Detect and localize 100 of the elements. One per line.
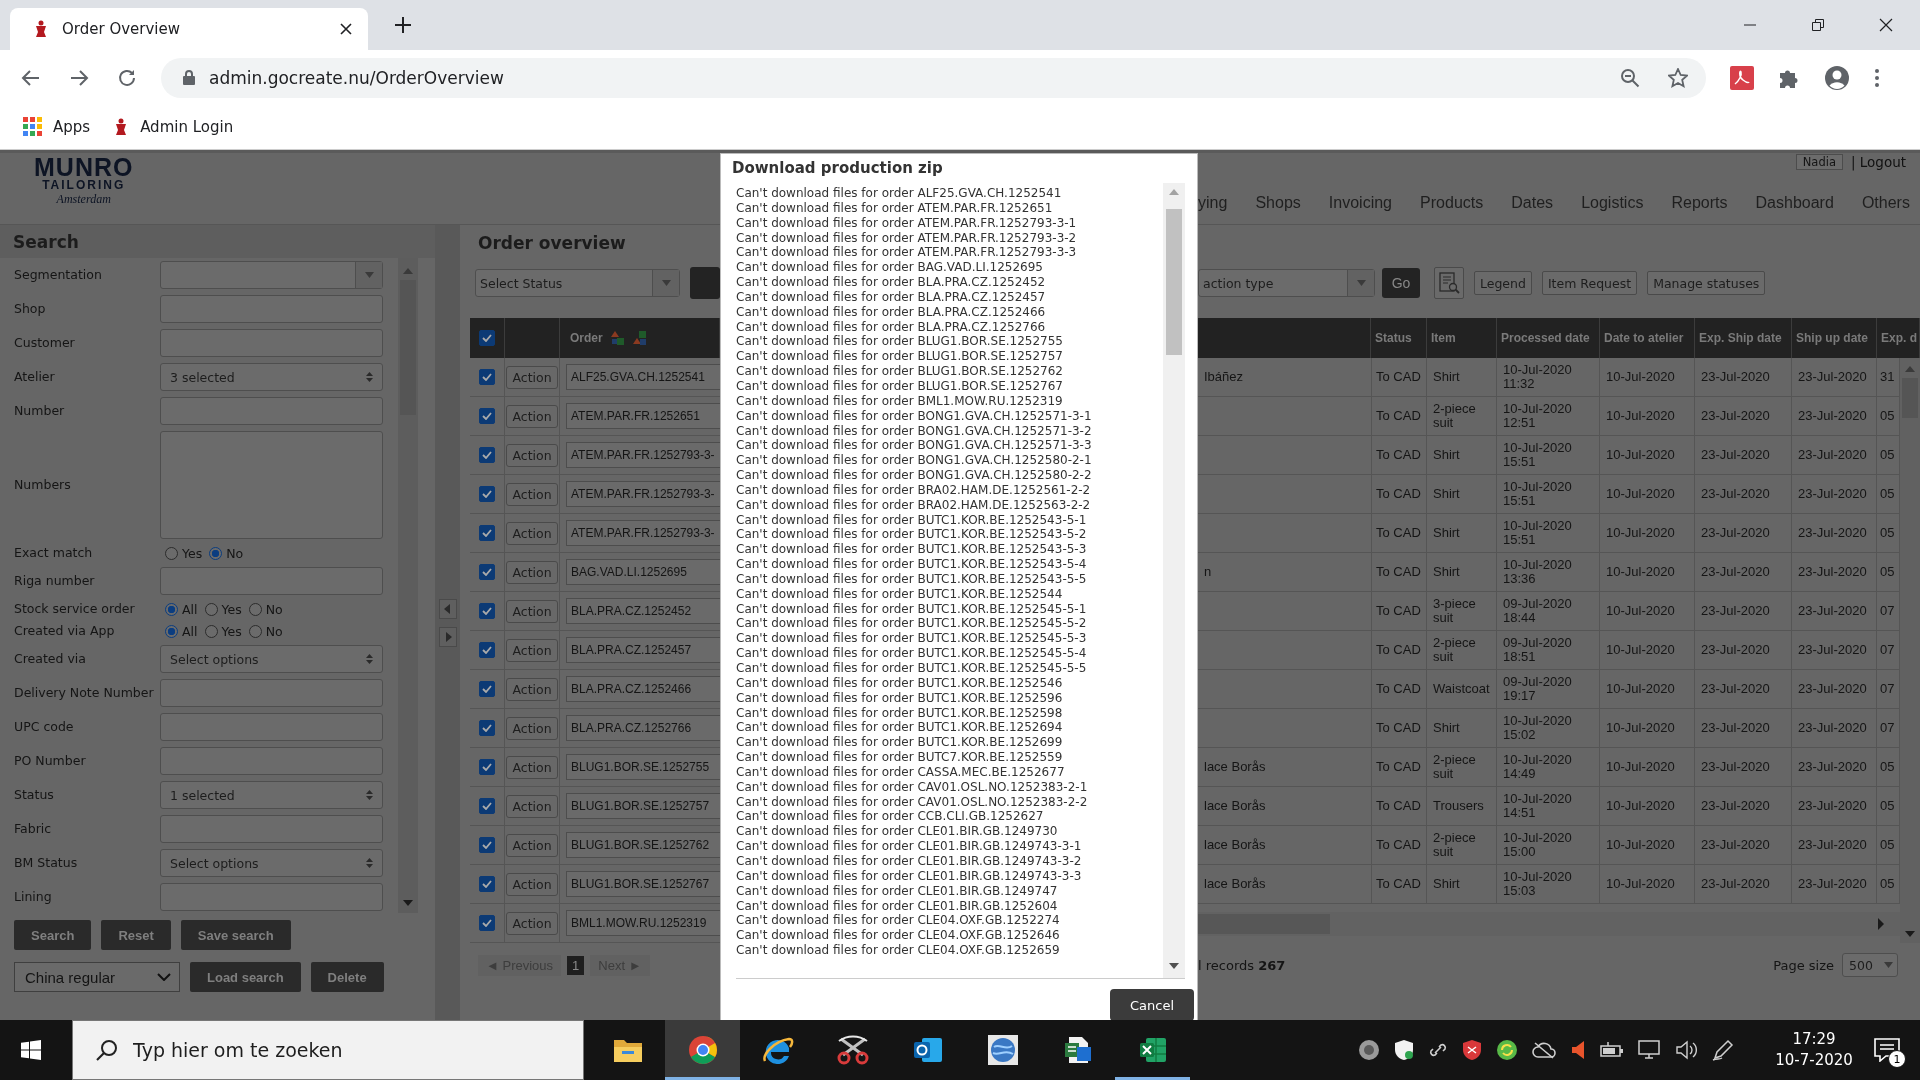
radio-button[interactable] [165, 624, 178, 638]
form-button[interactable]: Load search [190, 962, 301, 992]
checkbox[interactable] [479, 408, 495, 424]
order-field[interactable]: BLA.PRA.CZ.1252452 [566, 598, 720, 624]
order-field[interactable]: BLUG1.BOR.SE.1252757 [566, 793, 720, 819]
report-button[interactable] [1434, 267, 1464, 299]
nav-link[interactable]: Logistics [1581, 194, 1644, 212]
order-field[interactable]: ATEM.PAR.FR.1252793-3- [566, 442, 720, 468]
checkbox[interactable] [479, 603, 495, 619]
order-field[interactable]: BLA.PRA.CZ.1252766 [566, 715, 720, 741]
text-field[interactable] [160, 329, 383, 357]
page-size-select[interactable]: 500 [1842, 953, 1898, 977]
nav-link[interactable]: Dates [1511, 194, 1554, 212]
action-button[interactable]: Action [506, 599, 558, 623]
clock-date[interactable]: 10-7-2020 [1775, 1050, 1853, 1071]
action-button[interactable]: Action [506, 794, 558, 818]
select-field[interactable]: 1 selected [160, 781, 383, 809]
checkbox[interactable] [479, 525, 495, 541]
select-field[interactable]: Select Status [475, 269, 680, 297]
select-field[interactable]: action type [1198, 269, 1375, 297]
radio-button[interactable] [165, 546, 178, 560]
order-field[interactable]: BLUG1.BOR.SE.1252762 [566, 832, 720, 858]
action-button[interactable]: Action [506, 872, 558, 896]
select-field[interactable]: 3 selected [160, 363, 383, 391]
action-button[interactable]: Action [506, 521, 558, 545]
shield-icon[interactable] [1394, 1039, 1414, 1061]
toolbar-button[interactable]: Manage statuses [1647, 271, 1766, 295]
address-bar[interactable]: admin.gocreate.nu/OrderOverview [161, 57, 1706, 98]
back-icon[interactable] [21, 67, 41, 88]
action-button[interactable]: Action [506, 833, 558, 857]
restore-icon[interactable] [1812, 19, 1824, 31]
text-field[interactable] [160, 883, 383, 911]
checkbox[interactable] [479, 447, 495, 463]
text-field[interactable] [160, 295, 383, 323]
bookmark-link[interactable]: Admin Login [112, 118, 234, 136]
cancel-button[interactable]: Cancel [1109, 989, 1194, 1020]
browser-tab[interactable]: Order Overview [10, 8, 368, 50]
order-field[interactable]: BML1.MOW.RU.1252319 [566, 910, 720, 936]
order-field[interactable]: ATEM.PAR.FR.1252651 [566, 403, 720, 429]
notification-icon[interactable] [1874, 1038, 1900, 1062]
checkbox[interactable] [479, 915, 495, 931]
plus-icon[interactable] [394, 16, 412, 34]
close-icon[interactable] [338, 21, 354, 37]
action-button[interactable]: Action [506, 482, 558, 506]
radio-button[interactable] [248, 602, 262, 616]
cloud-icon[interactable] [1532, 1041, 1556, 1059]
action-button[interactable]: Action [506, 911, 558, 935]
toolbar-button[interactable]: Item Request [1541, 271, 1638, 295]
toolbar-button[interactable]: Legend [1474, 271, 1532, 295]
text-field[interactable] [160, 397, 383, 425]
checkbox[interactable] [479, 720, 495, 736]
action-button[interactable]: Action [506, 755, 558, 779]
order-field[interactable]: BAG.VAD.LI.1252695 [566, 559, 720, 585]
action-button[interactable]: Action [506, 716, 558, 740]
text-field[interactable] [160, 679, 383, 707]
radio-button[interactable] [209, 546, 223, 560]
go-button[interactable]: Go [1382, 268, 1420, 298]
volume-icon[interactable] [1676, 1040, 1698, 1060]
star-icon[interactable] [1668, 67, 1688, 88]
pen-icon[interactable] [1712, 1039, 1734, 1061]
checkbox[interactable] [479, 759, 495, 775]
user-button[interactable]: Nadia [1795, 154, 1843, 170]
nav-link[interactable]: Shops [1255, 194, 1301, 212]
select-field[interactable]: Select options [160, 849, 383, 877]
radio-button[interactable] [204, 602, 218, 616]
action-button[interactable]: Action [506, 638, 558, 662]
checkbox[interactable] [479, 837, 495, 853]
saved-search-select[interactable]: China regular [14, 962, 180, 992]
forward-icon[interactable] [69, 67, 89, 88]
nav-link[interactable]: Invoicing [1328, 194, 1392, 212]
checkbox[interactable] [479, 330, 495, 346]
text-field[interactable] [160, 713, 383, 741]
checkbox[interactable] [479, 681, 495, 697]
taskbar-button[interactable] [665, 1020, 740, 1080]
bookmark-link[interactable]: Apps [23, 117, 91, 137]
nav-link[interactable]: ying [1198, 194, 1228, 212]
radio-button[interactable] [204, 624, 218, 638]
action-button[interactable]: Action [506, 560, 558, 584]
form-button[interactable]: Save search [180, 920, 291, 950]
page-link[interactable]: 1 [567, 955, 585, 975]
shield-icon[interactable] [1462, 1039, 1482, 1061]
order-field[interactable]: BLUG1.BOR.SE.1252755 [566, 754, 720, 780]
select-field[interactable]: Select options [160, 645, 383, 673]
action-button[interactable]: Action [506, 365, 558, 389]
text-field[interactable] [160, 567, 383, 595]
text-field[interactable] [160, 747, 383, 775]
windows-icon[interactable] [21, 1040, 41, 1060]
order-field[interactable]: ALF25.GVA.CH.1252541 [566, 364, 720, 390]
order-field[interactable]: ATEM.PAR.FR.1252793-3- [566, 520, 720, 546]
circle-icon[interactable] [1358, 1039, 1380, 1061]
action-button[interactable]: Action [506, 443, 558, 467]
menu-icon[interactable] [1874, 67, 1880, 88]
form-button[interactable]: Reset [101, 920, 171, 950]
form-button[interactable]: Delete [310, 962, 384, 992]
nav-link[interactable]: Dashboard [1755, 194, 1834, 212]
order-field[interactable]: BLA.PRA.CZ.1252466 [566, 676, 720, 702]
network-icon[interactable] [1638, 1040, 1662, 1060]
clock-time[interactable]: 17:29 [1792, 1029, 1836, 1050]
radio-button[interactable] [248, 624, 262, 638]
order-field[interactable]: BLUG1.BOR.SE.1252767 [566, 871, 720, 897]
